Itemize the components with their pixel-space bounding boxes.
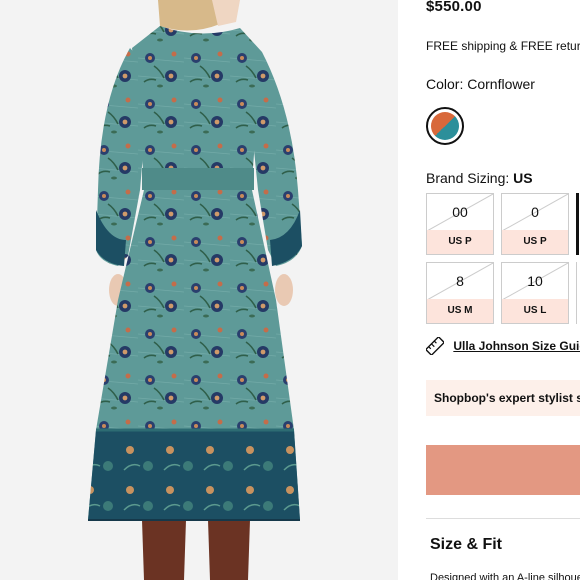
size-option-00[interactable]: 00 US P xyxy=(426,193,494,255)
product-info-panel: $550.00 FREE shipping & FREE returns Col… xyxy=(398,0,580,580)
color-label: Color: xyxy=(426,76,464,92)
section-divider xyxy=(426,518,580,519)
size-fit-heading[interactable]: Size & Fit xyxy=(430,536,502,554)
sizing-label: Brand Sizing: xyxy=(426,170,510,186)
shipping-info: FREE shipping & FREE returns xyxy=(426,39,580,53)
size-label: US L xyxy=(502,299,568,323)
dress-illustration xyxy=(0,0,398,580)
size-number: 8 xyxy=(456,273,464,289)
stylist-callout[interactable]: Shopbop's expert stylist says xyxy=(426,380,580,416)
swatch-fill xyxy=(431,112,459,140)
size-label: US P xyxy=(502,230,568,254)
ruler-icon xyxy=(426,337,444,355)
add-to-bag-button[interactable] xyxy=(426,445,580,495)
product-price: $550.00 xyxy=(426,0,482,15)
size-number: 0 xyxy=(531,204,539,220)
size-label: US P xyxy=(427,230,493,254)
size-label: US M xyxy=(427,299,493,323)
size-number: 00 xyxy=(452,204,468,220)
size-guide-link[interactable]: Ulla Johnson Size Guide xyxy=(426,337,580,355)
color-swatch-cornflower[interactable] xyxy=(426,107,464,145)
color-selection: Color: Cornflower xyxy=(426,76,535,92)
size-guide-text: Ulla Johnson Size Guide xyxy=(453,339,580,353)
color-value: Cornflower xyxy=(467,76,535,92)
size-option-8[interactable]: 8 US M xyxy=(426,262,494,324)
size-option-partial[interactable] xyxy=(576,193,580,255)
size-option-partial[interactable] xyxy=(576,262,580,324)
size-number: 10 xyxy=(527,273,543,289)
brand-sizing: Brand Sizing: US xyxy=(426,170,533,186)
product-photo[interactable] xyxy=(0,0,398,580)
stylist-text: Shopbop's expert stylist says xyxy=(434,391,580,405)
size-option-10[interactable]: 10 US L xyxy=(501,262,569,324)
size-fit-description: Designed with an A-line silhouette xyxy=(430,572,580,580)
sizing-value: US xyxy=(513,170,533,186)
size-option-0[interactable]: 0 US P xyxy=(501,193,569,255)
